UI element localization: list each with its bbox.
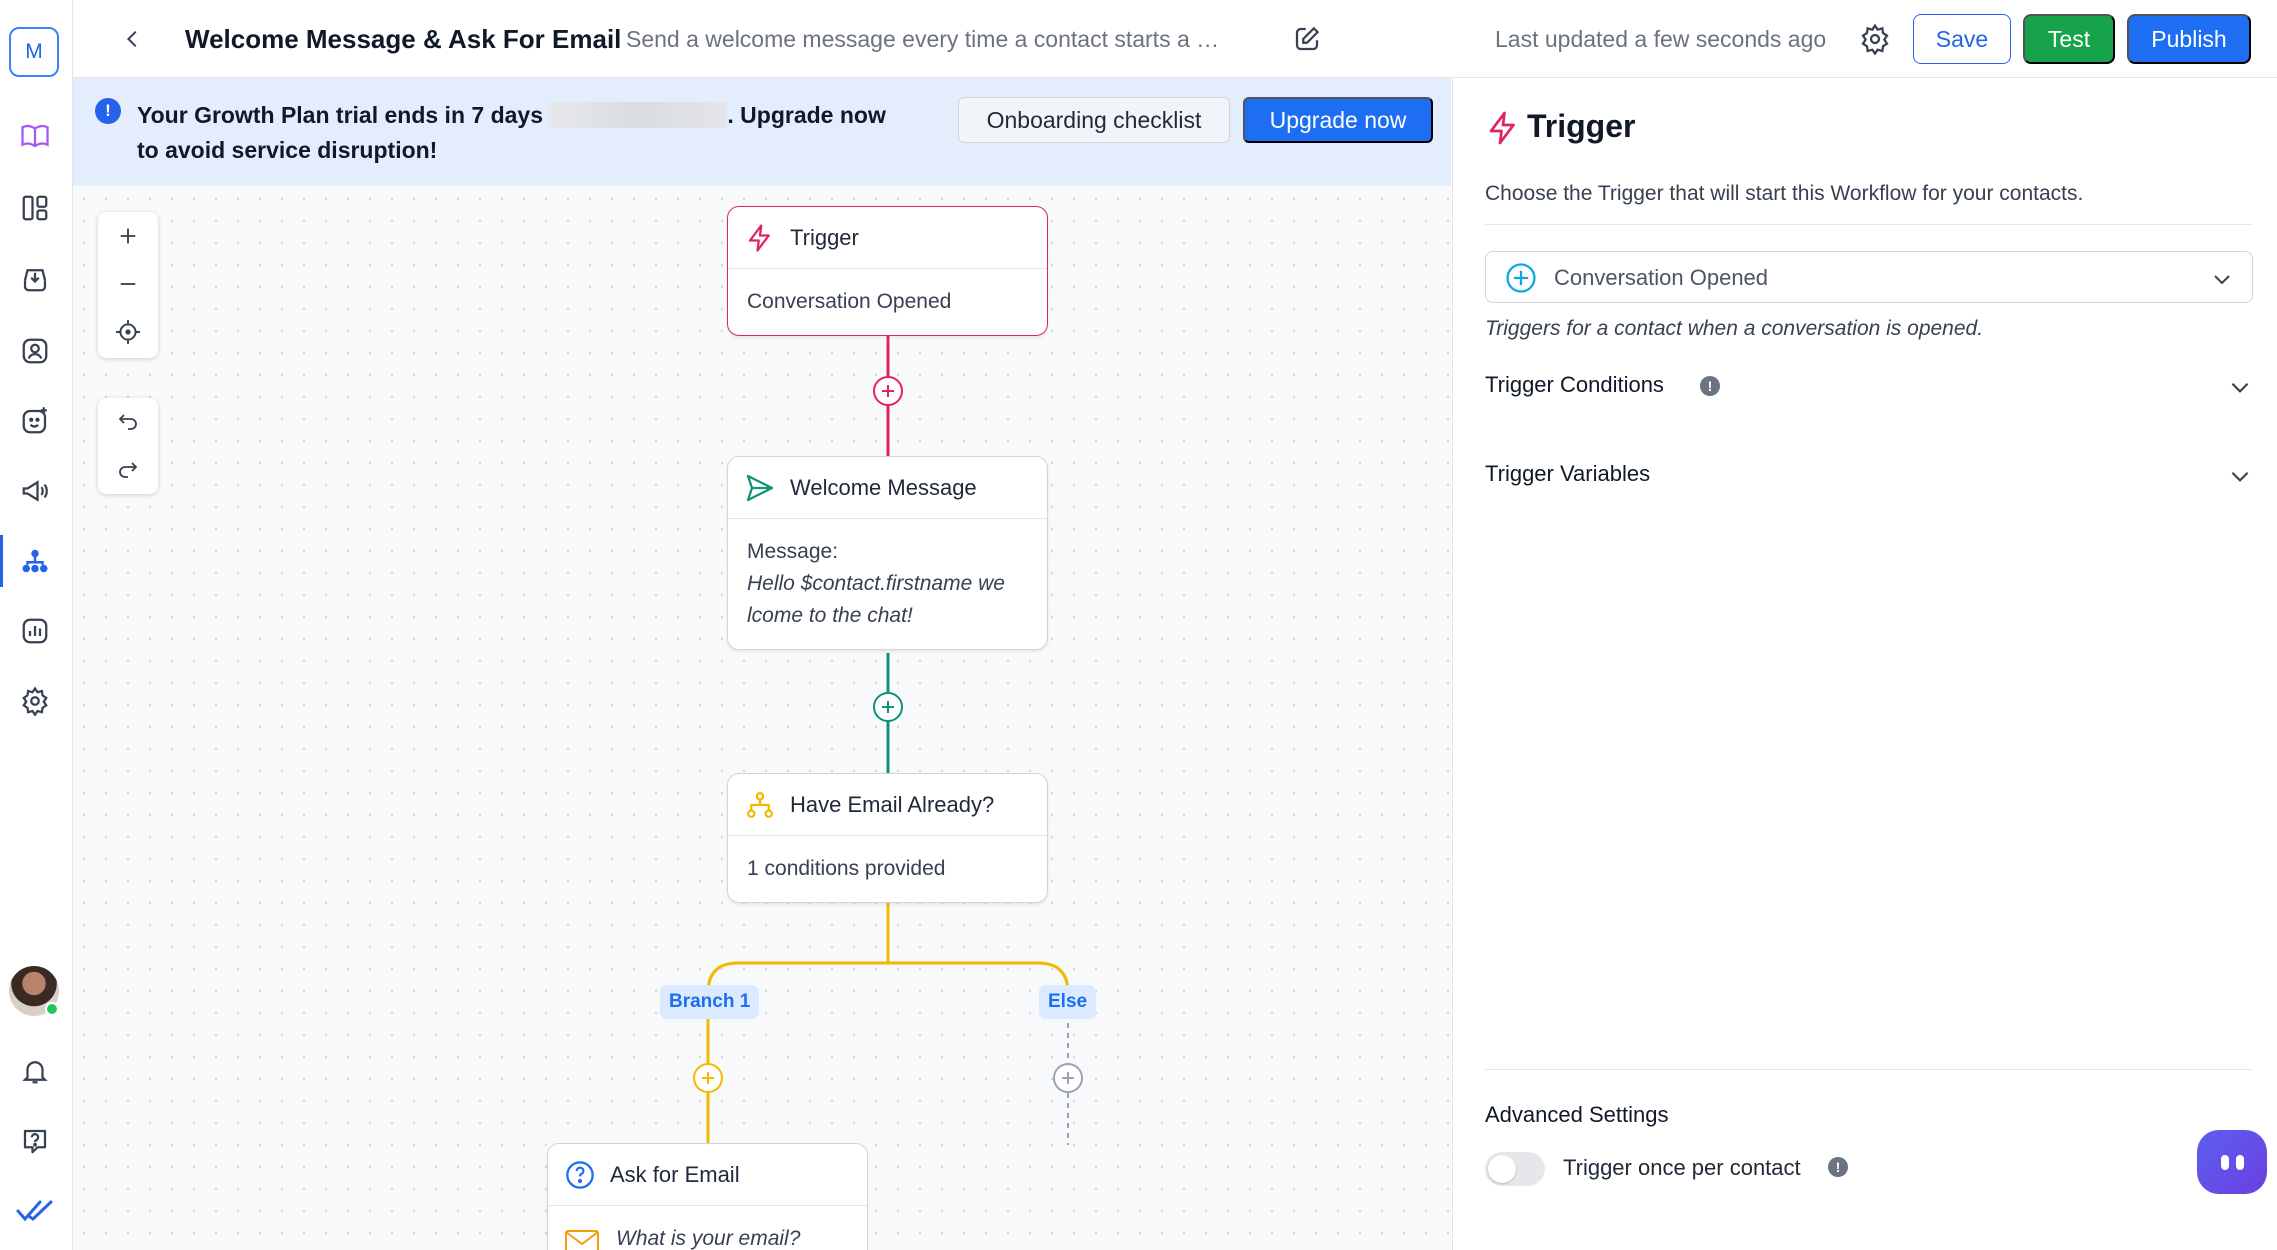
workflow-description: Send a welcome message every time a cont… <box>626 26 1226 52</box>
rail-active-indicator <box>0 535 3 587</box>
book-icon[interactable] <box>14 115 56 157</box>
workflow-icon[interactable] <box>14 540 56 582</box>
chevron-down-icon <box>2227 374 2253 405</box>
lightning-icon <box>1485 108 1521 153</box>
chevron-down-icon <box>2210 267 2234 296</box>
add-step-button[interactable] <box>873 692 903 722</box>
accordion-label: Trigger Conditions <box>1485 372 1664 397</box>
publish-button[interactable]: Publish <box>2127 14 2251 64</box>
trigger-variables-accordion[interactable]: Trigger Variables <box>1485 455 2253 495</box>
condition-node[interactable]: Have Email Already? 1 conditions provide… <box>727 773 1048 903</box>
question-icon <box>562 1157 598 1193</box>
emoji-icon[interactable] <box>14 400 56 442</box>
back-button[interactable] <box>113 19 153 59</box>
workflow-canvas[interactable]: ! Your Growth Plan trial ends in 7 days … <box>73 78 1451 1250</box>
trigger-conditions-accordion[interactable]: Trigger Conditions ! <box>1485 366 2253 406</box>
chevron-down-icon <box>2227 463 2253 494</box>
user-avatar[interactable] <box>9 966 59 1016</box>
node-title: Trigger <box>790 225 859 250</box>
selected-trigger: Conversation Opened <box>1554 265 1769 290</box>
node-header: Ask for Email <box>548 1144 867 1206</box>
divider <box>1485 1069 2253 1070</box>
toggle-label: Trigger once per contact <box>1563 1155 1801 1180</box>
add-step-button[interactable] <box>873 376 903 406</box>
node-body: Message: Hello $contact.firstname we lco… <box>728 519 1047 649</box>
advanced-settings-title: Advanced Settings <box>1485 1102 1669 1127</box>
plus-icon <box>882 701 894 713</box>
panel-title: Trigger <box>1527 108 1636 144</box>
send-icon <box>742 470 778 506</box>
edit-details-button[interactable] <box>1288 20 1326 58</box>
panel-subtitle: Choose the Trigger that will start this … <box>1485 182 2084 205</box>
contacts-icon[interactable] <box>14 330 56 372</box>
trigger-panel: Trigger Choose the Trigger that will sta… <box>1452 78 2277 1250</box>
trigger-once-toggle[interactable] <box>1485 1152 1545 1186</box>
checkmark-logo-icon[interactable] <box>14 1190 56 1232</box>
workspace-letter: M <box>25 40 43 63</box>
message-node[interactable]: Welcome Message Message: Hello $contact.… <box>727 456 1048 650</box>
inbox-icon[interactable] <box>14 258 56 300</box>
add-branch-step-button[interactable] <box>693 1063 723 1093</box>
node-title: Have Email Already? <box>790 792 995 817</box>
workflow-settings-button[interactable] <box>1855 19 1895 59</box>
envelope-icon <box>565 1230 599 1250</box>
last-updated-text: Last updated a few seconds ago <box>1495 26 1827 52</box>
node-header: Welcome Message <box>728 457 1047 519</box>
plus-icon <box>1062 1072 1074 1084</box>
online-status-dot <box>45 1002 59 1016</box>
question-text: What is your email? <box>616 1227 801 1250</box>
divider <box>1485 224 2253 225</box>
info-icon: ! <box>1828 1157 1848 1177</box>
bot-eye <box>2235 1154 2244 1170</box>
gear-icon <box>1861 23 1889 55</box>
bell-icon[interactable] <box>14 1050 56 1092</box>
node-body: What is your email? <box>548 1206 867 1250</box>
else-label[interactable]: Else <box>1039 985 1097 1019</box>
branch-label[interactable]: Branch 1 <box>660 985 760 1019</box>
add-else-step-button[interactable] <box>1053 1063 1083 1093</box>
add-circle-icon <box>1504 261 1538 300</box>
plus-icon <box>702 1072 714 1084</box>
info-icon: ! <box>1700 376 1720 396</box>
toggle-knob <box>1488 1155 1516 1183</box>
chevron-left-icon <box>126 30 137 48</box>
trigger-hint: Triggers for a contact when a conversati… <box>1485 317 1984 340</box>
settings-icon[interactable] <box>14 680 56 722</box>
trigger-select[interactable]: Conversation Opened <box>1485 251 2253 303</box>
workspace-logo[interactable]: M <box>9 27 59 77</box>
node-header: Have Email Already? <box>728 774 1047 836</box>
workflow-header: Welcome Message & Ask For Email Send a w… <box>73 0 2277 78</box>
layout-icon[interactable] <box>14 187 56 229</box>
help-icon[interactable] <box>14 1120 56 1162</box>
node-body: Conversation Opened <box>747 290 952 313</box>
node-header: Trigger <box>728 207 1047 269</box>
message-label: Message: <box>747 540 839 563</box>
plus-icon <box>882 385 894 397</box>
node-body: 1 conditions provided <box>747 857 946 880</box>
left-rail: M <box>0 0 73 1250</box>
trigger-node[interactable]: Trigger Conversation Opened <box>727 206 1048 336</box>
ask-node[interactable]: Ask for Email What is your email? <box>547 1143 868 1250</box>
lightning-icon <box>742 220 778 256</box>
save-button[interactable]: Save <box>1913 14 2011 64</box>
megaphone-icon[interactable] <box>14 470 56 512</box>
reports-icon[interactable] <box>14 610 56 652</box>
node-title: Ask for Email <box>610 1162 740 1187</box>
branch-icon <box>742 787 778 823</box>
accordion-label: Trigger Variables <box>1485 461 1651 486</box>
workflow-title: Welcome Message & Ask For Email <box>185 24 622 54</box>
edit-icon <box>1295 26 1320 51</box>
assistant-chat-button[interactable] <box>2197 1130 2267 1194</box>
test-button[interactable]: Test <box>2023 14 2115 64</box>
node-title: Welcome Message <box>790 475 977 500</box>
message-text: Hello $contact.firstname we lcome to the… <box>747 572 1005 627</box>
bot-eye <box>2220 1154 2229 1170</box>
